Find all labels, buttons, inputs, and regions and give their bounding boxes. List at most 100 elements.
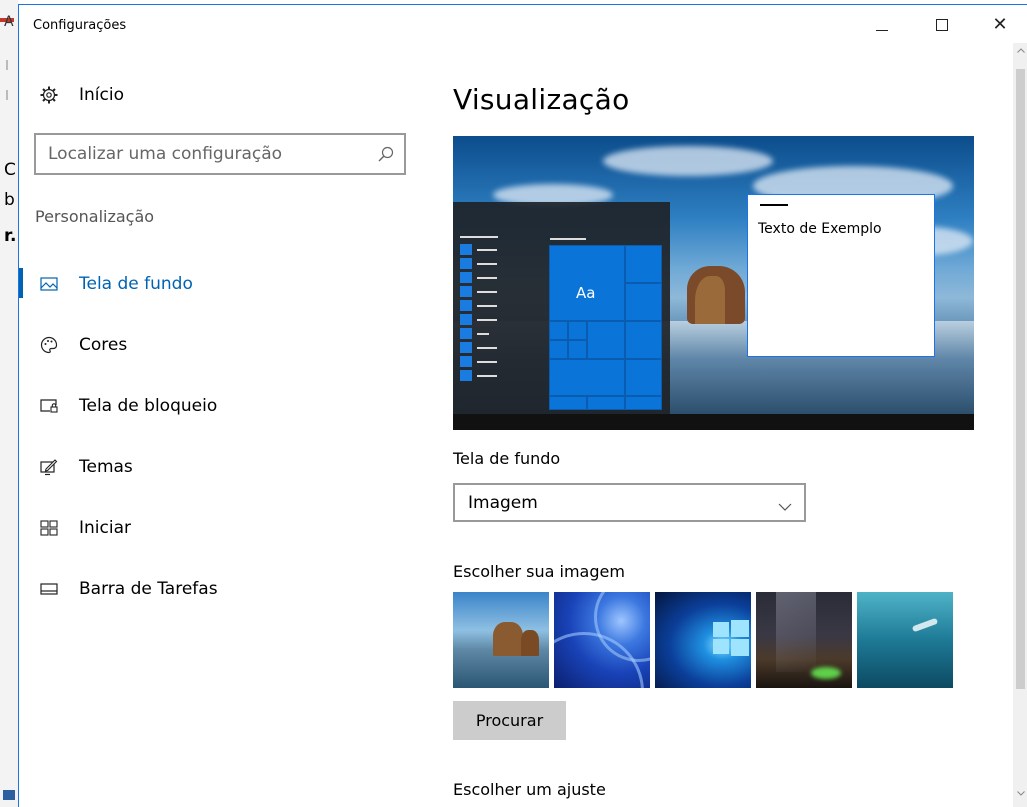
preview-app-icon bbox=[460, 314, 472, 325]
title-bar[interactable]: Configurações ✕ bbox=[19, 5, 1027, 43]
preview-rock bbox=[695, 276, 725, 324]
background-window-char: C bbox=[4, 160, 16, 180]
sidebar-item-cores[interactable]: Cores bbox=[19, 314, 419, 375]
preview-tile bbox=[568, 321, 587, 340]
preview-app-icon bbox=[460, 244, 472, 255]
themes-icon bbox=[39, 457, 59, 477]
sidebar-item-label: Iniciar bbox=[79, 517, 131, 538]
preview-app-line bbox=[477, 319, 497, 321]
thumbnail-blue-abstract[interactable] bbox=[554, 592, 650, 688]
vertical-scrollbar[interactable] bbox=[1013, 43, 1027, 807]
item-indicator bbox=[19, 390, 23, 420]
preview-tile-large: Aa bbox=[549, 245, 625, 321]
preview-menu-line bbox=[460, 236, 498, 238]
main-content: Visualização Aa Texto de Exemplo Tela de… bbox=[452, 43, 1012, 807]
preview-tile bbox=[568, 340, 587, 359]
sidebar-home[interactable]: Início bbox=[39, 83, 124, 107]
preview-tile bbox=[549, 340, 568, 359]
preview-tile-label: Aa bbox=[576, 284, 596, 302]
preview-sample-text: Texto de Exemplo bbox=[758, 221, 882, 237]
thumbnail-beach-rocks[interactable] bbox=[453, 592, 549, 688]
preview-app-line bbox=[477, 333, 489, 335]
thumbnail-milky-way bbox=[776, 592, 816, 672]
preview-app-icon bbox=[460, 356, 472, 367]
preview-app-line bbox=[477, 249, 497, 251]
thumbnail-underwater-swimmer[interactable] bbox=[857, 592, 953, 688]
preview-cloud bbox=[603, 146, 773, 176]
background-window-bluemark bbox=[3, 790, 15, 800]
section-label: Personalização bbox=[35, 207, 155, 226]
sidebar-item-barra-de-tarefas[interactable]: Barra de Tarefas bbox=[19, 558, 419, 619]
thumbnail-logo-pane bbox=[713, 639, 729, 654]
gear-icon bbox=[39, 85, 59, 105]
picture-icon bbox=[39, 274, 59, 294]
preview-tile bbox=[587, 396, 625, 410]
sidebar-item-tela-de-fundo[interactable]: Tela de fundo bbox=[19, 253, 419, 314]
close-icon: ✕ bbox=[992, 14, 1008, 35]
sidebar-item-label: Barra de Tarefas bbox=[79, 578, 218, 599]
maximize-icon bbox=[936, 19, 948, 31]
taskbar-icon bbox=[39, 579, 59, 599]
preview-app-line bbox=[477, 375, 497, 377]
sidebar: Início Personalização Tela de fundo bbox=[19, 43, 419, 807]
preview-app-line bbox=[477, 263, 497, 265]
sidebar-item-iniciar[interactable]: Iniciar bbox=[19, 497, 419, 558]
preview-app-icon bbox=[460, 300, 472, 311]
thumbnail-night-sky[interactable] bbox=[756, 592, 852, 688]
preview-app-line bbox=[477, 347, 497, 349]
background-label: Tela de fundo bbox=[453, 449, 561, 468]
search-box[interactable] bbox=[34, 133, 406, 175]
preview-app-line bbox=[477, 291, 497, 293]
item-indicator bbox=[19, 329, 23, 359]
thumbnail-swimmer bbox=[911, 617, 939, 633]
desktop-preview: Aa Texto de Exemplo bbox=[453, 136, 974, 430]
preview-tile bbox=[625, 283, 662, 321]
scroll-down-icon[interactable] bbox=[1013, 788, 1027, 798]
browse-button[interactable]: Procurar bbox=[453, 701, 566, 740]
active-indicator bbox=[19, 268, 23, 298]
preview-app-line bbox=[477, 361, 497, 363]
thumbnail-logo-pane bbox=[731, 639, 749, 656]
item-indicator bbox=[19, 512, 23, 542]
preview-tile bbox=[625, 245, 662, 283]
minimize-button[interactable] bbox=[859, 9, 905, 41]
settings-window: Configurações ✕ Início Personalização bbox=[18, 4, 1027, 807]
window-title: Configurações bbox=[33, 18, 127, 33]
palette-icon bbox=[39, 335, 59, 355]
search-icon[interactable] bbox=[378, 146, 394, 162]
lock-screen-icon bbox=[39, 396, 59, 416]
sidebar-nav: Tela de fundo Cores Tela de bloqueio Tem… bbox=[19, 253, 419, 619]
sidebar-item-tela-de-bloqueio[interactable]: Tela de bloqueio bbox=[19, 375, 419, 436]
choose-image-label: Escolher sua imagem bbox=[453, 562, 625, 581]
sidebar-item-temas[interactable]: Temas bbox=[19, 436, 419, 497]
preview-app-icon bbox=[460, 342, 472, 353]
background-window-char: b bbox=[4, 190, 15, 210]
search-input[interactable] bbox=[36, 144, 356, 164]
close-button[interactable]: ✕ bbox=[977, 9, 1023, 41]
preview-app-icon bbox=[460, 370, 472, 381]
item-indicator bbox=[19, 451, 23, 481]
thumbnail-logo-pane bbox=[731, 620, 749, 637]
sidebar-home-label: Início bbox=[79, 85, 124, 105]
scroll-up-icon[interactable] bbox=[1013, 45, 1027, 55]
background-window-char: A bbox=[4, 14, 14, 30]
background-window-char: r. bbox=[4, 226, 17, 246]
preview-app-icon bbox=[460, 258, 472, 269]
background-type-select[interactable]: Imagem bbox=[453, 483, 806, 522]
page-title: Visualização bbox=[453, 83, 630, 116]
preview-tile bbox=[625, 396, 662, 410]
thumbnail-rock bbox=[521, 630, 539, 656]
sidebar-item-label: Tela de bloqueio bbox=[79, 395, 218, 416]
scroll-thumb[interactable] bbox=[1016, 69, 1025, 689]
chevron-down-icon bbox=[778, 497, 792, 511]
maximize-button[interactable] bbox=[919, 9, 965, 41]
start-tiles-icon bbox=[39, 518, 59, 538]
sidebar-item-label: Cores bbox=[79, 334, 128, 355]
sidebar-item-label: Tela de fundo bbox=[79, 273, 193, 294]
background-window-divider bbox=[6, 60, 8, 70]
preview-tile bbox=[587, 321, 625, 359]
thumbnail-windows-logo[interactable] bbox=[655, 592, 751, 688]
preview-app-line bbox=[477, 305, 497, 307]
preview-app-icon bbox=[460, 286, 472, 297]
sidebar-item-label: Temas bbox=[79, 456, 133, 477]
